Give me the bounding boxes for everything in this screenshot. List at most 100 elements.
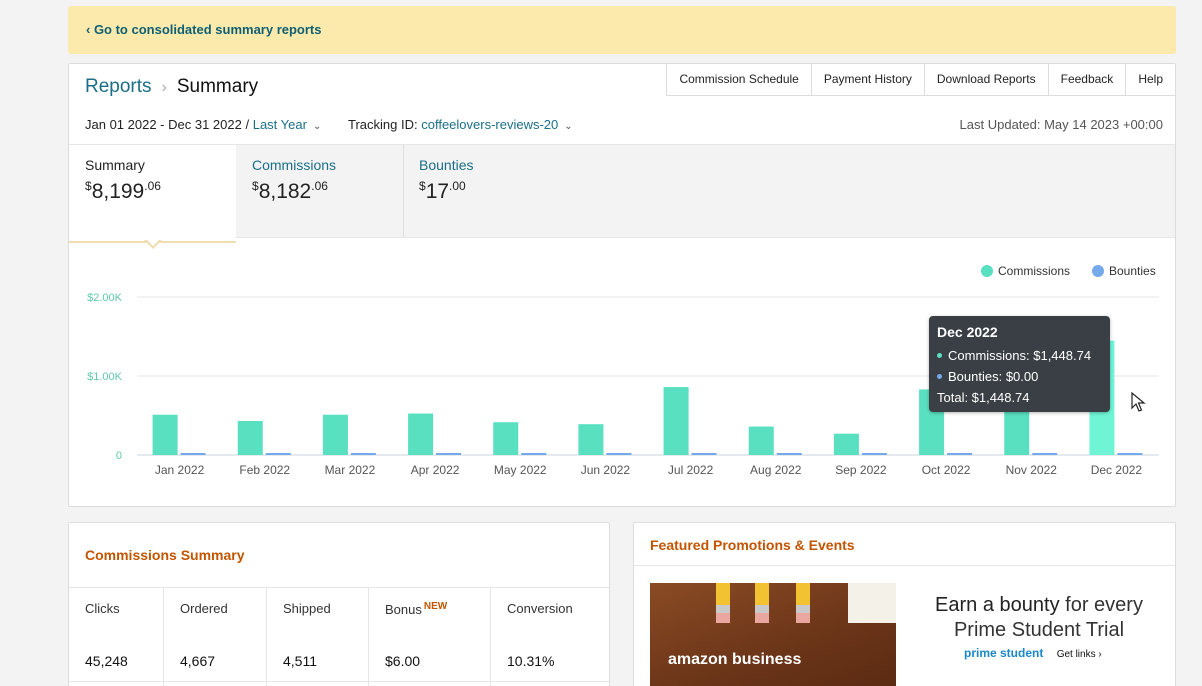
tab-bounties-label: Bounties <box>419 157 474 173</box>
commissions-bar <box>322 414 348 455</box>
breadcrumb-separator-icon: › <box>161 79 167 96</box>
stat-value: 4,511 <box>283 653 317 669</box>
x-tick-label: Nov 2022 <box>1006 463 1058 477</box>
y-tick-label: 0 <box>116 450 122 462</box>
date-range: Jan 01 2022 - Dec 31 2022 <box>85 117 242 132</box>
breadcrumb: Reports › Summary <box>85 76 258 98</box>
x-tick-label: Dec 2022 <box>1091 463 1143 477</box>
tab-commissions-value: $8,182.06 <box>252 179 328 203</box>
x-tick-label: Oct 2022 <box>922 463 971 477</box>
payment-history-button[interactable]: Payment History <box>810 64 924 96</box>
commissions-summary-title: Commissions Summary <box>85 547 245 563</box>
last-updated: Last Updated: May 14 2023 +00:00 <box>959 117 1163 132</box>
featured-promotions-card: Featured Promotions & Events amazon busi… <box>633 522 1176 686</box>
page-title: Summary <box>176 76 259 97</box>
tooltip-bounties-row: Bounties: $0.00 <box>937 366 1102 387</box>
help-button[interactable]: Help <box>1125 64 1175 96</box>
commissions-bar <box>663 387 689 455</box>
commissions-bar <box>408 413 434 455</box>
legend-bounties-marker <box>1092 265 1104 277</box>
top-nav: Commission Schedule Payment History Down… <box>666 64 1175 96</box>
breadcrumb-reports-link[interactable]: Reports <box>85 76 152 97</box>
stats-bottom-rule <box>69 681 609 682</box>
bounties-bar <box>180 453 206 455</box>
chart-tooltip: Dec 2022 Commissions: $1,448.74 Bounties… <box>929 316 1110 412</box>
x-tick-label: May 2022 <box>494 463 547 477</box>
commissions-bar <box>748 426 774 455</box>
prime-student-brand: prime student Get links › <box>964 646 1102 660</box>
bounties-bar <box>861 453 887 455</box>
chevron-down-icon: ⌄ <box>564 121 573 132</box>
commissions-bar <box>493 422 519 455</box>
amazon-business-logo: amazon business <box>668 651 802 668</box>
bounties-bar <box>776 453 802 455</box>
stat-clicks: Clicks 45,248 <box>69 588 164 686</box>
x-tick-label: Aug 2022 <box>750 463 802 477</box>
legend-commissions-label: Commissions <box>998 264 1070 278</box>
filter-bar: Jan 01 2022 - Dec 31 2022 / Last Year ⌄ T… <box>85 117 1163 135</box>
tracking-id-selector[interactable]: Tracking ID: coffeelovers-reviews-20 ⌄ <box>348 117 573 132</box>
tooltip-total: Total: $1,448.74 <box>937 390 1030 405</box>
bounties-dot-icon <box>937 374 942 379</box>
x-tick-label: Feb 2022 <box>239 463 290 477</box>
feedback-button[interactable]: Feedback <box>1047 64 1126 96</box>
bounties-bar <box>521 453 547 455</box>
stat-value: $6.00 <box>385 653 421 669</box>
stat-shipped: Shipped 4,511 <box>267 588 369 686</box>
amazon-business-promo-image[interactable]: amazon business <box>650 583 896 686</box>
tab-bounties[interactable]: Bounties $17.00 <box>403 145 570 238</box>
stat-value: 10.31% <box>507 653 555 669</box>
stat-value: 45,248 <box>85 653 128 669</box>
x-tick-label: Mar 2022 <box>325 463 376 477</box>
period-dropdown[interactable]: Last Year ⌄ <box>253 117 322 132</box>
x-tick-label: Apr 2022 <box>411 463 460 477</box>
legend-commissions-marker <box>981 265 993 277</box>
stat-label: Bonus NEW <box>385 601 448 617</box>
commission-schedule-button[interactable]: Commission Schedule <box>666 64 811 96</box>
tracking-id-value: coffeelovers-reviews-20 <box>421 117 559 132</box>
bounties-bar <box>265 453 291 455</box>
commissions-bar <box>237 421 263 455</box>
pencil-illustration <box>755 583 769 623</box>
tab-summary-label: Summary <box>85 157 145 173</box>
stat-label: Ordered <box>180 601 228 616</box>
promotions-divider <box>634 565 1175 566</box>
bounties-bar <box>436 453 462 455</box>
tab-commissions-label: Commissions <box>252 157 337 173</box>
pencil-illustration <box>796 583 810 623</box>
date-slash: / <box>245 117 250 132</box>
stat-bonus: Bonus NEW $6.00 <box>369 588 491 686</box>
tooltip-commissions-row: Commissions: $1,448.74 <box>937 345 1102 366</box>
tab-summary[interactable]: Summary $8,199.06 <box>69 145 236 243</box>
commissions-dot-icon <box>937 353 942 358</box>
tab-summary-value: $8,199.06 <box>85 179 161 203</box>
x-tick-label: Sep 2022 <box>835 463 887 477</box>
bounties-bar <box>691 453 717 455</box>
stat-conversion: Conversion 10.31% <box>491 588 609 686</box>
x-tick-label: Jan 2022 <box>155 463 205 477</box>
stat-ordered: Ordered 4,667 <box>164 588 267 686</box>
bounties-bar <box>1117 453 1143 455</box>
consolidated-banner: ‹ Go to consolidated summary reports <box>68 6 1176 54</box>
stat-label: Shipped <box>283 601 331 616</box>
y-tick-label: $1.00K <box>87 371 123 383</box>
tooltip-title: Dec 2022 <box>937 324 998 340</box>
download-reports-button[interactable]: Download Reports <box>923 64 1048 96</box>
summary-report-card: Reports › Summary Commission Schedule Paym… <box>68 63 1176 507</box>
bounties-bar <box>606 453 632 455</box>
tab-commissions[interactable]: Commissions $8,182.06 <box>236 145 403 238</box>
x-tick-label: Jun 2022 <box>581 463 631 477</box>
chevron-down-icon: ⌄ <box>312 121 322 132</box>
consolidated-reports-link[interactable]: ‹ Go to consolidated summary reports <box>86 22 322 37</box>
get-links-link[interactable]: Get links › <box>1057 649 1102 660</box>
mouse-pointer-icon <box>1131 392 1146 412</box>
commissions-bar <box>833 433 859 455</box>
metric-tabs: Summary $8,199.06 Commissions $8,182.06 … <box>69 144 1175 243</box>
new-badge: NEW <box>423 601 448 612</box>
commissions-bar <box>578 424 604 455</box>
commissions-stats: Clicks 45,248 Ordered 4,667 Shipped 4,51… <box>69 587 609 686</box>
pencil-illustration <box>716 583 730 623</box>
y-tick-label: $2.00K <box>87 292 123 304</box>
x-tick-label: Jul 2022 <box>668 463 714 477</box>
stat-label: Conversion <box>507 601 573 616</box>
